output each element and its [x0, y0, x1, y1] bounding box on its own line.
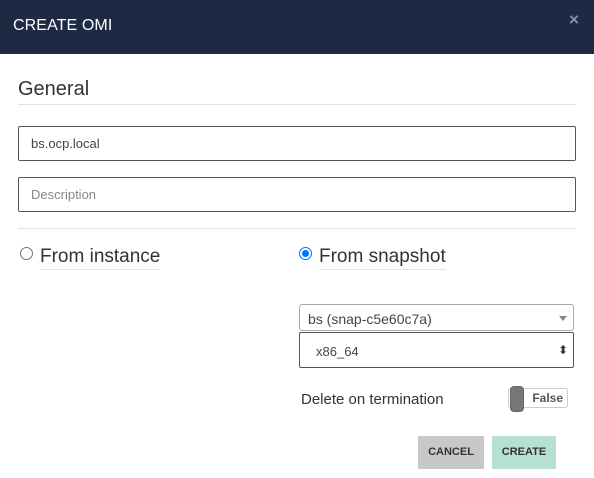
select-arrows-icon: ⬍	[557, 343, 568, 357]
form-divider	[18, 228, 576, 229]
architecture-select-value: x86_64	[316, 344, 359, 359]
modal-title: CREATE OMI	[13, 17, 113, 34]
cancel-button[interactable]: CANCEL	[418, 436, 484, 469]
snapshot-select-value: bs (snap-c5e60c7a)	[308, 311, 432, 327]
name-input[interactable]	[18, 126, 576, 161]
from-snapshot-label[interactable]: From snapshot	[319, 246, 446, 270]
create-button[interactable]: CREATE	[492, 436, 556, 469]
description-input[interactable]	[18, 177, 576, 212]
from-instance-label[interactable]: From instance	[40, 246, 161, 270]
snapshot-select[interactable]: bs (snap-c5e60c7a)	[299, 304, 574, 331]
section-divider	[18, 104, 576, 105]
toggle-knob[interactable]	[510, 386, 524, 412]
chevron-down-icon	[559, 316, 567, 321]
modal-header: CREATE OMI ×	[0, 0, 594, 54]
close-icon[interactable]: ×	[569, 11, 581, 28]
toggle-state-text: False	[532, 391, 563, 405]
delete-on-termination-toggle[interactable]: False	[508, 386, 568, 412]
section-title-general: General	[18, 78, 90, 100]
from-instance-radio[interactable]	[20, 247, 33, 260]
delete-on-termination-label: Delete on termination	[301, 391, 444, 408]
architecture-select[interactable]: x86_64 ⬍	[299, 332, 574, 368]
from-snapshot-radio[interactable]	[299, 247, 312, 260]
